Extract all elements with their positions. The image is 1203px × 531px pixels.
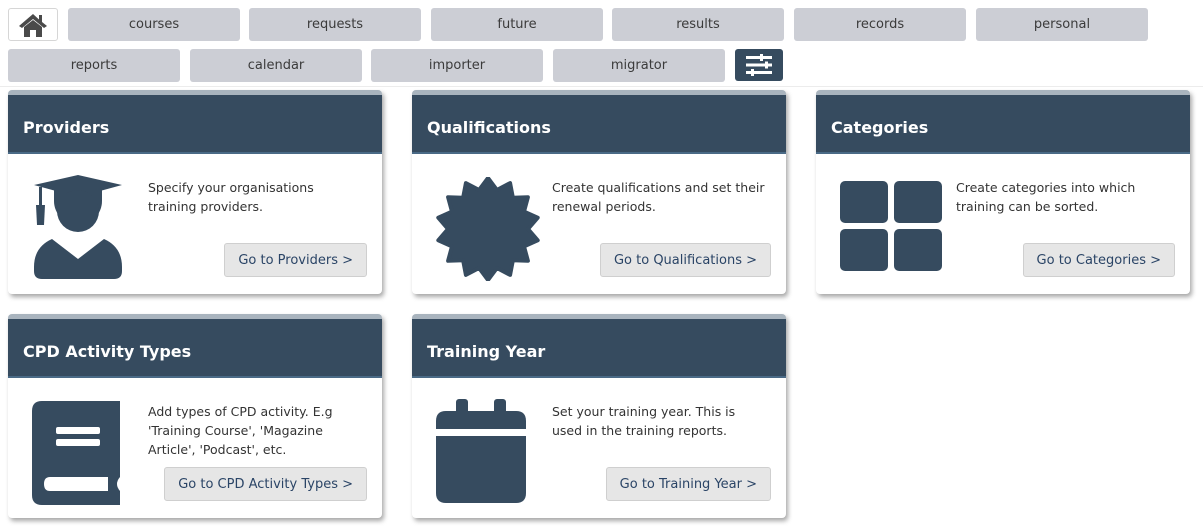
calendar-icon	[436, 399, 526, 503]
card-title: CPD Activity Types	[8, 319, 382, 378]
card-title: Providers	[8, 95, 382, 154]
card-description: Add types of CPD activity. E.g 'Training…	[148, 404, 333, 457]
go-to-categories-button[interactable]: Go to Categories >	[1022, 243, 1175, 277]
nav-reports[interactable]: reports	[8, 49, 180, 82]
graduate-icon	[34, 175, 122, 279]
nav-results[interactable]: results	[612, 8, 784, 41]
nav-courses[interactable]: courses	[68, 8, 240, 41]
card-title: Training Year	[412, 319, 786, 378]
home-icon	[19, 13, 47, 37]
go-to-qualifications-button[interactable]: Go to Qualifications >	[599, 243, 771, 277]
card-qualifications: Qualifications Create qualifications and…	[412, 90, 786, 294]
go-to-providers-button[interactable]: Go to Providers >	[224, 243, 367, 277]
card-description: Create qualifications and set their rene…	[552, 180, 765, 214]
book-icon	[32, 401, 120, 505]
grid-icon	[840, 181, 942, 271]
card-title: Qualifications	[412, 95, 786, 154]
go-to-training-year-button[interactable]: Go to Training Year >	[605, 467, 771, 501]
certificate-badge-icon	[436, 177, 540, 281]
card-title: Categories	[816, 95, 1190, 154]
go-to-cpd-activity-types-button[interactable]: Go to CPD Activity Types >	[164, 467, 367, 501]
card-cpd-activity-types: CPD Activity Types Add types of CPD acti…	[8, 314, 382, 518]
sliders-icon	[746, 54, 772, 76]
nav-migrator[interactable]: migrator	[553, 49, 725, 82]
card-training-year: Training Year Set your training year. Th…	[412, 314, 786, 518]
home-button[interactable]	[8, 8, 58, 41]
nav-calendar[interactable]: calendar	[190, 49, 362, 82]
settings-button[interactable]	[735, 49, 783, 81]
nav-future[interactable]: future	[431, 8, 603, 41]
card-categories: Categories Create categories into which …	[816, 90, 1190, 294]
nav-importer[interactable]: importer	[371, 49, 543, 82]
nav-requests[interactable]: requests	[249, 8, 421, 41]
nav-personal[interactable]: personal	[976, 8, 1148, 41]
nav-divider	[0, 86, 1203, 87]
card-providers: Providers Specify your organisations tra…	[8, 90, 382, 294]
card-description: Specify your organisations training prov…	[148, 180, 314, 214]
card-description: Set your training year. This is used in …	[552, 404, 736, 438]
card-description: Create categories into which training ca…	[956, 180, 1136, 214]
nav-records[interactable]: records	[794, 8, 966, 41]
